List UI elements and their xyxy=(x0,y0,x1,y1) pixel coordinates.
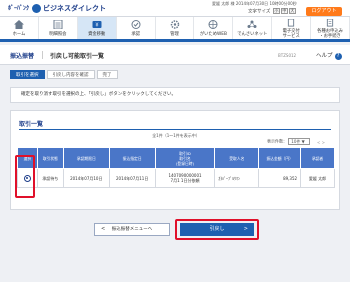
nav-item-transfer[interactable]: ¥ 資金移動 xyxy=(77,17,117,39)
font-medium-button[interactable]: 中 xyxy=(280,8,288,14)
globe-icon xyxy=(208,20,218,29)
pager[interactable]: < > xyxy=(317,140,325,145)
col-header-transaction-id: 取引ID 取引名 (登録日時) xyxy=(154,147,216,169)
font-large-button[interactable]: 大 xyxy=(288,8,296,14)
font-small-button[interactable]: 小 xyxy=(272,8,280,14)
select-column-highlight xyxy=(15,155,35,198)
panel-title: 取引一覧 xyxy=(19,121,44,128)
recall-button-highlight xyxy=(175,219,259,240)
col-header-payee: 受取人名 xyxy=(214,147,260,169)
transaction-id-cell: 1407090000001 7月1 1日分依頼 xyxy=(154,168,216,188)
per-page-label: 表示件数： xyxy=(267,138,287,144)
table-header-row: 選択 取引状態 承認期限日 振込指定日 取引ID 取引名 (登録日時) 受取人名… xyxy=(17,147,335,169)
document-icon xyxy=(288,19,295,27)
transfer-icon: ¥ xyxy=(92,21,102,29)
nav-label: 各種お申込み ・お手続き xyxy=(317,29,343,39)
logo-mark-icon xyxy=(32,4,42,13)
font-size-label: 文字サイズ xyxy=(248,9,271,15)
nav-item-densai[interactable]: でんさいネット xyxy=(233,17,273,39)
nav-label: 管理 xyxy=(170,32,179,37)
nav-label: ホーム xyxy=(12,32,26,37)
logo-small-text: ﾎﾟｰﾊﾟﾝｸ xyxy=(8,5,30,12)
step-confirm: 引戻し内容を確認 xyxy=(46,70,95,79)
nav-item-manage[interactable]: 管理 xyxy=(156,17,195,39)
step-indicator: 取引を選択 引戻し内容を確認 完了 xyxy=(10,70,120,79)
transfer-date-cell: 2014年07月11日 xyxy=(108,168,156,188)
panel-divider xyxy=(19,129,331,130)
transaction-table: 選択 取引状態 承認期限日 振込指定日 取引ID 取引名 (登録日時) 受取人名… xyxy=(17,147,335,188)
page-title: 引戻し可能取引一覧 xyxy=(50,53,105,60)
bank-logo: ﾎﾟｰﾊﾟﾝｸ ビジネスダイレクト xyxy=(8,3,106,14)
back-to-menu-button[interactable]: < 振込振替メニューへ xyxy=(94,223,170,236)
help-link[interactable]: ヘルプ? xyxy=(316,51,342,60)
per-page-select[interactable]: 10件 ▼ xyxy=(288,138,311,145)
amount-cell: 89,352 xyxy=(258,168,302,188)
instruction-text: 確定を取り消す取引を選択の上、「引戻し」ボタンをクリックしてください。 xyxy=(10,87,340,103)
form-icon xyxy=(326,19,334,27)
nav-label: 承認 xyxy=(131,32,140,37)
nav-item-e-delivery[interactable]: 電子交付 サービス xyxy=(272,17,312,39)
approve-icon xyxy=(131,20,141,29)
nav-item-applications[interactable]: 各種お申込み ・お手続き xyxy=(311,17,350,39)
category-title: 振込振替 xyxy=(10,53,35,60)
statement-icon xyxy=(53,20,63,29)
payee-cell: ｶ)ﾊﾟｰﾌﾟﾙｳﾏﾝ xyxy=(214,168,260,188)
approver-cell: 愛媛 太郎 xyxy=(300,168,335,188)
nav-item-approve[interactable]: 承認 xyxy=(117,17,156,39)
title-divider xyxy=(42,51,43,59)
back-button-label: 振込振替メニューへ xyxy=(111,227,153,232)
col-header-approver: 承認者 xyxy=(300,147,335,169)
font-size-control: 文字サイズ 小中大 xyxy=(248,8,296,15)
col-header-approval-deadline: 承認期限日 xyxy=(62,147,110,169)
transaction-list-panel: 取引一覧 全1件（1～1件を表示中） 表示件数： 10件 ▼ < > 選択 取引… xyxy=(10,110,340,210)
help-icon: ? xyxy=(334,53,342,60)
gear-icon xyxy=(170,20,179,29)
col-header-status: 取引状態 xyxy=(36,147,64,169)
deadline-cell: 2014年07月10日 xyxy=(62,168,110,188)
top-bar: ﾎﾟｰﾊﾟﾝｸ ビジネスダイレクト 愛媛 太郎 様 2014年07月30日 10時… xyxy=(0,0,350,16)
status-cell: 承認待ち xyxy=(36,168,64,188)
nav-label: でんさいネット xyxy=(237,32,268,37)
nav-label: がいためWEB xyxy=(199,32,227,37)
title-bar: 振込振替 引戻し可能取引一覧 BTZS012 ヘルプ? xyxy=(0,45,350,65)
user-info: 愛媛 太郎 様 2014年07月30日 10時00分00秒 xyxy=(212,1,297,6)
nav-label: 電子交付 サービス xyxy=(282,29,300,39)
network-icon xyxy=(247,20,257,28)
nav-label: 明細照会 xyxy=(49,32,67,37)
step-select: 取引を選択 xyxy=(10,70,45,79)
svg-text:¥: ¥ xyxy=(95,23,98,29)
logo-large-text: ビジネスダイレクト xyxy=(43,4,107,13)
chevron-left-icon: < xyxy=(101,226,106,232)
nav-label: 資金移動 xyxy=(88,32,106,37)
nav-item-statement[interactable]: 明細照会 xyxy=(39,17,78,39)
logout-button[interactable]: ログアウト xyxy=(306,7,342,16)
screen-code: BTZS012 xyxy=(278,53,297,58)
home-icon xyxy=(13,20,24,29)
nav-item-home[interactable]: ホーム xyxy=(0,17,39,39)
col-header-amount: 振込金額（円） xyxy=(258,147,302,169)
per-page-control: 表示件数： 10件 ▼ xyxy=(267,138,311,145)
step-complete: 完了 xyxy=(96,70,118,79)
col-header-transfer-date: 振込指定日 xyxy=(108,147,156,169)
table-row: 承認待ち 2014年07月10日 2014年07月11日 14070900000… xyxy=(17,168,335,188)
nav-item-gaitame[interactable]: がいためWEB xyxy=(194,17,234,39)
global-nav: ホーム 明細照会 ¥ 資金移動 承認 管理 がいためWEB でんさいネット 電子… xyxy=(0,16,350,42)
